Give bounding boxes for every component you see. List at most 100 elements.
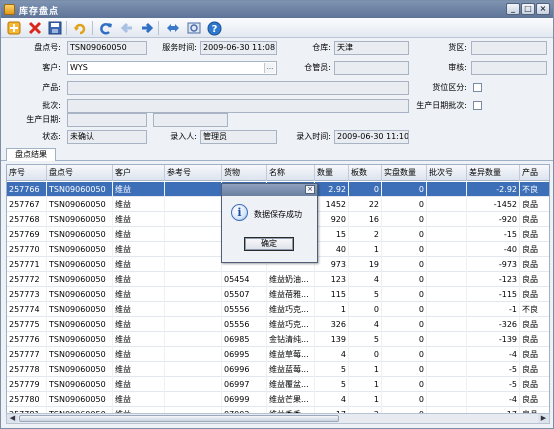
close-button[interactable]: × [536, 3, 550, 15]
service-time-field[interactable]: 2009-06-30 11:08 [200, 41, 277, 55]
app-icon [4, 4, 15, 15]
column-header[interactable]: 批次号 [427, 165, 467, 181]
table-cell: 维益蓝莓... [267, 362, 315, 377]
keeper-field[interactable] [334, 61, 409, 75]
table-cell: TSN09060050 [47, 392, 113, 407]
product-label: 产品: [42, 83, 61, 92]
table-cell: 257772 [7, 272, 47, 287]
location-flag-label: 货位区分: [432, 83, 467, 92]
table-cell [427, 242, 467, 257]
table-cell: 2 [349, 227, 382, 242]
table-cell: 良品 [520, 377, 549, 392]
table-cell: 维益奶油... [267, 272, 315, 287]
customer-field[interactable]: WYS ... [67, 61, 277, 75]
entered-time-field[interactable]: 2009-06-30 11:10 [334, 130, 409, 144]
status-label: 状态: [42, 132, 61, 141]
table-row[interactable]: 257774 TSN09060050 维益 05556 维益巧克... 1 0 0 -1 不良 [7, 302, 549, 317]
column-header[interactable]: 序号 [7, 165, 47, 181]
table-row[interactable]: 257780 TSN09060050 维益 06999 维益芒果... 4 1 0 -4 良品 [7, 392, 549, 407]
table-cell: 维益 [113, 272, 165, 287]
info-icon: i [231, 204, 248, 221]
table-cell: -40 [467, 242, 520, 257]
table-cell [427, 302, 467, 317]
column-header[interactable]: 名称 [267, 165, 315, 181]
table-row[interactable]: 257778 TSN09060050 维益 06996 维益蓝莓... 5 1 0 -5 良品 [7, 362, 549, 377]
table-cell: 良品 [520, 347, 549, 362]
switch-icon[interactable] [164, 20, 181, 36]
table-cell: 257770 [7, 242, 47, 257]
table-cell [427, 212, 467, 227]
scroll-thumb[interactable] [19, 415, 339, 422]
audit-field[interactable] [471, 61, 547, 75]
add-icon[interactable] [5, 20, 22, 36]
table-cell: TSN09060050 [47, 182, 113, 197]
customer-value: WYS [70, 63, 88, 72]
entered-time-label: 录入时间: [296, 132, 331, 141]
table-cell: TSN09060050 [47, 332, 113, 347]
warehouse-field[interactable]: 天津 [334, 41, 409, 55]
table-cell [427, 332, 467, 347]
batch-field[interactable] [67, 99, 409, 113]
table-cell: TSN09060050 [47, 287, 113, 302]
column-header[interactable]: 产品 [520, 165, 549, 181]
refresh-icon[interactable] [97, 20, 114, 36]
mfg-date-to-field[interactable] [153, 113, 228, 127]
table-cell [165, 332, 222, 347]
table-cell [427, 377, 467, 392]
save-icon[interactable] [46, 20, 63, 36]
horizontal-scrollbar[interactable]: ◀ ▶ [6, 413, 550, 424]
dialog-close-button[interactable]: × [305, 185, 315, 194]
column-header[interactable]: 盘点号 [47, 165, 113, 181]
column-header[interactable]: 板数 [349, 165, 382, 181]
table-row[interactable]: 257777 TSN09060050 维益 06995 维益草莓... 4 0 0 -4 良品 [7, 347, 549, 362]
audit-icon[interactable] [185, 20, 202, 36]
product-field[interactable] [67, 81, 409, 95]
column-header[interactable]: 参考号 [165, 165, 222, 181]
title-bar: 库存盘点 _ □ × [1, 1, 553, 18]
table-cell: 19 [349, 257, 382, 272]
table-row[interactable]: 257779 TSN09060050 维益 06997 维益覆盆... 5 1 0 -5 良品 [7, 377, 549, 392]
table-row[interactable]: 257775 TSN09060050 维益 05556 维益巧克... 326 4 0 -326… [7, 317, 549, 332]
svg-text:?: ? [212, 24, 218, 35]
table-cell: 0 [382, 182, 427, 197]
table-row[interactable]: 257772 TSN09060050 维益 05454 维益奶油... 123 4 0 -123… [7, 272, 549, 287]
scroll-left-button[interactable]: ◀ [7, 414, 18, 423]
entered-by-field[interactable]: 管理员 [200, 130, 277, 144]
dialog-ok-button[interactable]: 确定 [244, 237, 294, 251]
table-cell: 22 [349, 197, 382, 212]
mfg-batch-flag-checkbox[interactable] [473, 101, 482, 110]
column-header[interactable]: 差异数量 [467, 165, 520, 181]
table-cell: -123 [467, 272, 520, 287]
next-arrow-icon[interactable] [138, 20, 155, 36]
mfg-date-from-field[interactable] [67, 113, 147, 127]
customer-lookup-button[interactable]: ... [264, 63, 275, 73]
undo-icon[interactable] [71, 20, 88, 36]
help-icon[interactable]: ? [206, 20, 223, 36]
column-header[interactable]: 客户 [113, 165, 165, 181]
column-header[interactable]: 实盘数量 [382, 165, 427, 181]
table-cell: 维益 [113, 212, 165, 227]
prev-arrow-icon[interactable] [118, 20, 135, 36]
keeper-label: 仓管员: [304, 63, 331, 72]
location-flag-checkbox[interactable] [473, 83, 482, 92]
table-cell [165, 317, 222, 332]
order-no-field[interactable]: TSN09060050 [67, 41, 147, 55]
table-cell [165, 242, 222, 257]
table-cell: 维益 [113, 332, 165, 347]
table-cell: 维益巧克... [267, 302, 315, 317]
maximize-button[interactable]: □ [521, 3, 535, 15]
column-header[interactable]: 货物 [222, 165, 267, 181]
zone-field[interactable] [471, 41, 547, 55]
minimize-button[interactable]: _ [506, 3, 520, 15]
tab-count-results[interactable]: 盘点结果 [6, 148, 56, 161]
table-cell: 1 [349, 362, 382, 377]
table-row[interactable]: 257773 TSN09060050 维益 05507 维益蓓雅... 115 5 0 -115… [7, 287, 549, 302]
status-field[interactable]: 未确认 [67, 130, 147, 144]
column-header[interactable]: 数量 [315, 165, 349, 181]
scroll-right-button[interactable]: ▶ [538, 414, 549, 423]
table-row[interactable]: 257776 TSN09060050 维益 06985 金钻清纯... 139 5 0 -139… [7, 332, 549, 347]
table-cell [165, 347, 222, 362]
table-cell: TSN09060050 [47, 362, 113, 377]
delete-icon[interactable] [26, 20, 43, 36]
table-cell: -326 [467, 317, 520, 332]
